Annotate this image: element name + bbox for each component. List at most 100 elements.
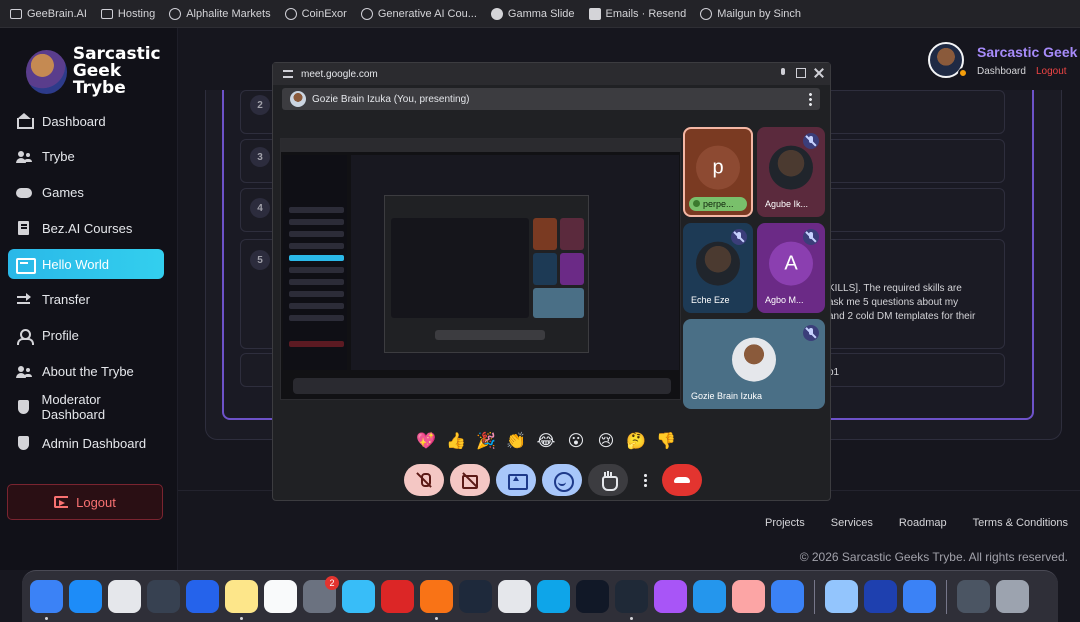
- participant-tile[interactable]: Gozie Brain Izuka: [683, 319, 825, 409]
- brand-logo[interactable]: Sarcastic Geek Trybe: [26, 46, 177, 97]
- bookmark-item[interactable]: CoinExor: [284, 7, 347, 20]
- close-icon[interactable]: [814, 68, 824, 78]
- bookmark-item[interactable]: Mailgun by Sinch: [700, 7, 801, 20]
- leave-call-button[interactable]: [662, 464, 702, 496]
- footer-link-services[interactable]: Services: [831, 517, 873, 529]
- sidebar-item-trybe[interactable]: Trybe: [8, 142, 164, 172]
- bookmark-label: Gamma Slide: [507, 7, 575, 20]
- preview-icon[interactable]: [825, 580, 858, 613]
- sidebar-item-moderator-dashboard[interactable]: Moderator Dashboard: [8, 392, 164, 422]
- shared-screen-preview: [280, 138, 681, 400]
- reaction-emoji[interactable]: 😮: [565, 431, 587, 450]
- sidebar-logout-button[interactable]: Logout: [7, 484, 163, 520]
- sidebar-item-bez-ai-courses[interactable]: Bez.AI Courses: [8, 213, 164, 243]
- sidebar: Sarcastic Geek Trybe Dashboard Trybe Games…: [0, 28, 178, 570]
- app-store-2-icon[interactable]: [771, 580, 804, 613]
- bookmark-label: Generative AI Cou...: [377, 7, 477, 20]
- sidebar-item-games[interactable]: Games: [8, 178, 164, 208]
- footer-link-terms[interactable]: Terms & Conditions: [973, 517, 1068, 529]
- reaction-emoji[interactable]: 👎: [655, 431, 677, 450]
- participant-tile[interactable]: p perpe...: [683, 127, 753, 217]
- sidebar-item-transfer[interactable]: Transfer: [8, 285, 164, 315]
- dock-divider: [814, 579, 815, 614]
- vscode-icon[interactable]: [537, 580, 570, 613]
- sidebar-item-label: Transfer: [42, 292, 90, 308]
- usb-drive-icon[interactable]: [732, 580, 765, 613]
- transfer-icon: [16, 292, 32, 307]
- reaction-emoji[interactable]: 👍: [445, 431, 467, 450]
- reaction-emoji[interactable]: 🎉: [475, 431, 497, 450]
- calculator-icon[interactable]: [498, 580, 531, 613]
- participant-tile[interactable]: Agube Ik...: [757, 127, 825, 217]
- notes-icon[interactable]: [225, 580, 258, 620]
- reaction-emoji[interactable]: 🤔: [625, 431, 647, 450]
- reaction-emoji[interactable]: 😢: [595, 431, 617, 450]
- mail-icon[interactable]: [903, 580, 936, 613]
- raise-hand-button[interactable]: [588, 464, 628, 496]
- trash-icon[interactable]: [996, 580, 1029, 613]
- participant-tile[interactable]: A Agbo M...: [757, 223, 825, 313]
- shield-icon: [16, 436, 32, 451]
- meet-popup-window[interactable]: meet.google.com Gozie Brain Izuka (You, …: [272, 62, 831, 501]
- bookmark-item[interactable]: Hosting: [100, 7, 156, 20]
- notion-icon[interactable]: [264, 580, 297, 613]
- reactions-button[interactable]: [542, 464, 582, 496]
- sidebar-item-admin-dashboard[interactable]: Admin Dashboard: [8, 428, 164, 458]
- sidebar-item-dashboard[interactable]: Dashboard: [8, 106, 164, 136]
- github-desktop-icon[interactable]: [654, 580, 687, 613]
- mic-off-button[interactable]: [404, 464, 444, 496]
- footer-link-projects[interactable]: Projects: [765, 517, 805, 529]
- downloads-icon[interactable]: [957, 580, 990, 613]
- camera-off-button[interactable]: [450, 464, 490, 496]
- reaction-emoji[interactable]: 😂: [535, 431, 557, 450]
- bookmark-item[interactable]: Emails · Resend: [588, 7, 686, 20]
- sidebar-item-about-the-trybe[interactable]: About the Trybe: [8, 357, 164, 387]
- docker-icon[interactable]: [693, 580, 726, 613]
- xcode-icon[interactable]: [186, 580, 219, 613]
- running-indicator: [630, 617, 633, 620]
- terminal-icon[interactable]: [576, 580, 609, 613]
- bookmark-item[interactable]: Generative AI Cou...: [360, 7, 477, 20]
- step-number: 3: [250, 147, 270, 167]
- arc-icon[interactable]: [459, 580, 492, 613]
- running-indicator: [240, 617, 243, 620]
- header-logout-link[interactable]: Logout: [1036, 66, 1067, 77]
- reaction-emoji[interactable]: 👏: [505, 431, 527, 450]
- sidebar-item-hello-world[interactable]: Hello World: [8, 249, 164, 280]
- more-options-button[interactable]: [634, 464, 656, 496]
- back-to-tab-icon[interactable]: [796, 68, 806, 78]
- meet-titlebar[interactable]: meet.google.com: [273, 63, 830, 85]
- participant-tile[interactable]: Eche Eze: [683, 223, 753, 313]
- launchpad-icon[interactable]: [108, 580, 141, 613]
- opera-icon[interactable]: [381, 580, 414, 613]
- globe-icon: [360, 7, 373, 20]
- folder-icon: [10, 8, 22, 19]
- bookmark-item[interactable]: Alphalite Markets: [169, 7, 271, 20]
- system-settings-icon[interactable]: 2: [303, 576, 339, 613]
- bookmark-label: Hosting: [117, 7, 156, 20]
- footer-link-roadmap[interactable]: Roadmap: [899, 517, 947, 529]
- finder-icon[interactable]: [30, 580, 63, 620]
- present-button[interactable]: [496, 464, 536, 496]
- sidebar-item-profile[interactable]: Profile: [8, 321, 164, 351]
- wordpress-icon[interactable]: [864, 580, 897, 613]
- user-name: Sarcastic Geek: [977, 44, 1078, 60]
- header-dashboard-link[interactable]: Dashboard: [977, 66, 1026, 77]
- bookmark-item[interactable]: GeeBrain.AI: [10, 8, 87, 20]
- app-store-icon[interactable]: [69, 580, 102, 613]
- call-controls: [404, 464, 702, 496]
- mission-control-icon[interactable]: [147, 580, 180, 613]
- more-vert-icon[interactable]: [809, 92, 812, 106]
- avatar: A: [769, 241, 813, 286]
- participant-name: Gozie Brain Izuka: [691, 391, 763, 401]
- activity-monitor-icon[interactable]: [615, 580, 648, 620]
- dock-divider: [946, 579, 947, 614]
- users-icon: [16, 150, 32, 164]
- brave-icon[interactable]: [420, 580, 453, 620]
- reaction-emoji[interactable]: 💖: [415, 431, 437, 450]
- safari-icon[interactable]: [342, 580, 375, 613]
- gamepad-icon: [16, 186, 32, 200]
- site-settings-icon[interactable]: [283, 70, 293, 78]
- sidebar-item-label: About the Trybe: [42, 364, 134, 380]
- bookmark-item[interactable]: Gamma Slide: [490, 7, 575, 20]
